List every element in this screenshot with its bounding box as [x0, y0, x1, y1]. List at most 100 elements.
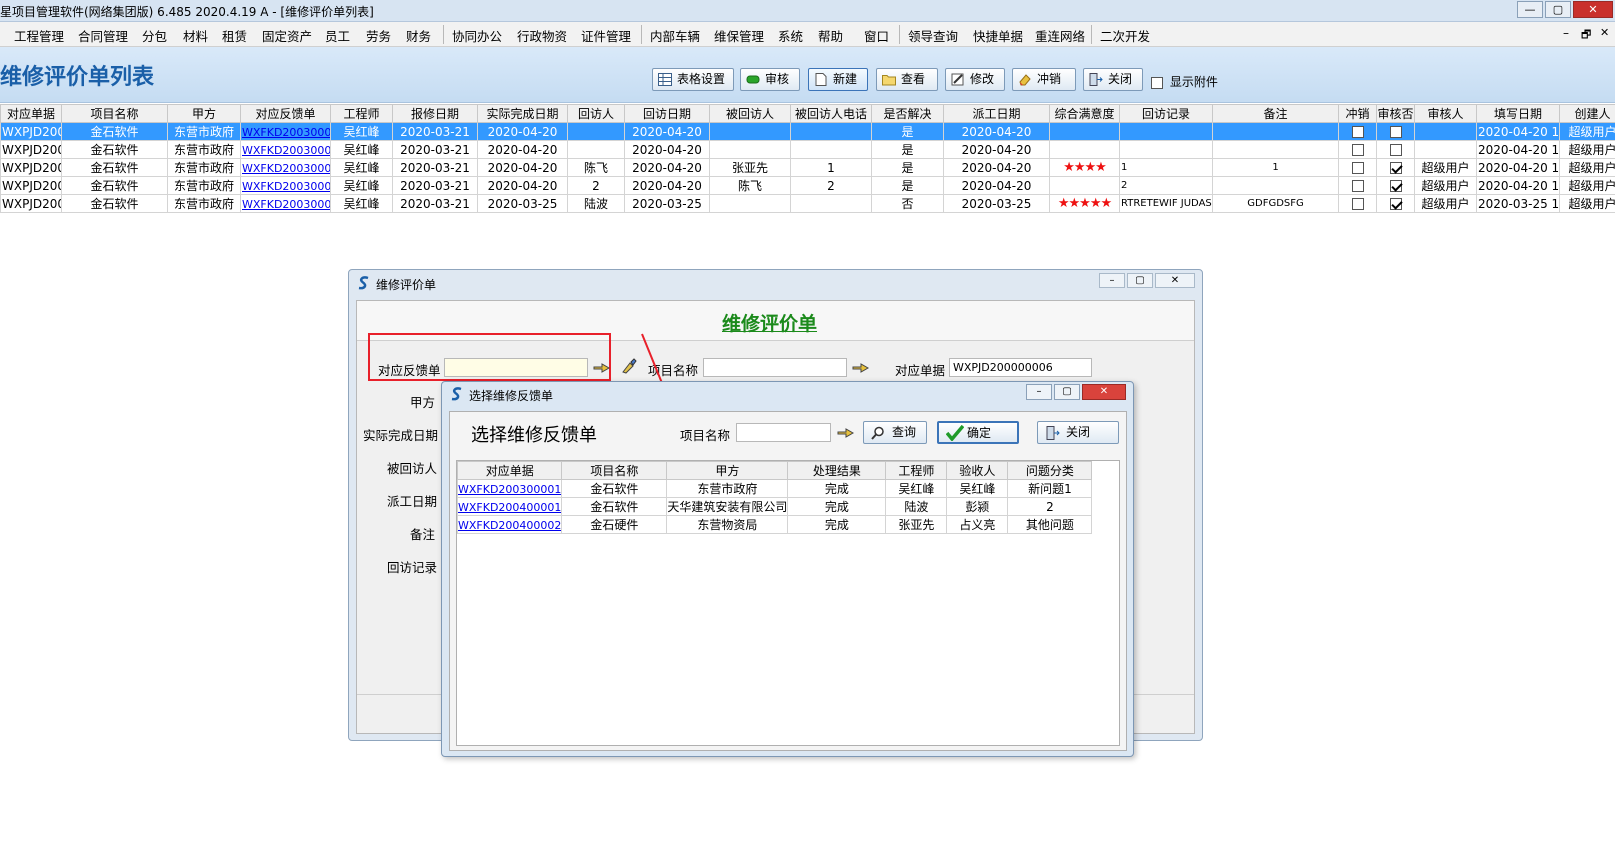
- column-header[interactable]: 审核人: [1414, 104, 1477, 123]
- menu-vehicles[interactable]: 内部车辆: [650, 26, 700, 45]
- dialog2-lookup-icon[interactable]: [837, 426, 855, 439]
- query-button[interactable]: 查询: [863, 421, 927, 444]
- menu-material[interactable]: 材料: [183, 26, 208, 45]
- feedback-row[interactable]: WXFKD200400002 金石硬件 东营物资局 完成 张亚先 占义亮 其他问题: [456, 515, 1093, 534]
- dialog-minimize-button[interactable]: –: [1099, 273, 1125, 288]
- feedback-column-header[interactable]: 问题分类: [1007, 461, 1093, 480]
- mdi-minimize-button[interactable]: –: [1563, 26, 1569, 40]
- menu-help[interactable]: 帮助: [818, 26, 843, 45]
- menu-lease[interactable]: 租赁: [222, 26, 247, 45]
- show-attachments-toggle[interactable]: 显示附件: [1151, 73, 1218, 90]
- clear-brush-icon[interactable]: [620, 357, 638, 375]
- menu-finance[interactable]: 财务: [406, 26, 431, 45]
- feedback-link[interactable]: WXFKD200300001: [242, 144, 330, 157]
- audited-checkbox[interactable]: [1389, 180, 1402, 192]
- column-header[interactable]: 对应反馈单: [240, 104, 331, 123]
- table-row[interactable]: WXPJD200000005金石软件东营市政府WXFKD200300001吴红峰…: [0, 122, 1615, 141]
- menu-subcontract[interactable]: 分包: [142, 26, 167, 45]
- offset-checkbox[interactable]: [1351, 126, 1364, 138]
- feedback-doc-link[interactable]: WXFKD200300001: [459, 483, 561, 496]
- edit-button[interactable]: 修改: [945, 68, 1005, 91]
- column-header[interactable]: 甲方: [167, 104, 241, 123]
- menu-window[interactable]: 窗口: [864, 26, 889, 45]
- column-header[interactable]: 创建人: [1559, 104, 1615, 123]
- audit-button[interactable]: 审核: [740, 68, 800, 91]
- column-header[interactable]: 回访记录: [1119, 104, 1213, 123]
- column-header[interactable]: 派工日期: [943, 104, 1050, 123]
- column-header[interactable]: 回访日期: [624, 104, 710, 123]
- feedback-column-header[interactable]: 处理结果: [787, 461, 887, 480]
- dialog2-project-input[interactable]: [736, 423, 831, 442]
- column-header[interactable]: 备注: [1212, 104, 1339, 123]
- menu-maintenance[interactable]: 维保管理: [714, 26, 764, 45]
- menu-labor[interactable]: 劳务: [366, 26, 391, 45]
- column-header[interactable]: 审核否: [1376, 104, 1415, 123]
- column-header[interactable]: 被回访人电话: [790, 104, 872, 123]
- menu-leader-query[interactable]: 领导查询: [908, 26, 958, 45]
- menu-office[interactable]: 协同办公: [452, 26, 502, 45]
- column-header[interactable]: 填写日期: [1476, 104, 1560, 123]
- dialog2-minimize-button[interactable]: –: [1026, 384, 1052, 400]
- feedback-column-header[interactable]: 工程师: [885, 461, 948, 480]
- doc-input[interactable]: WXPJD200000006: [949, 358, 1092, 377]
- dialog2-close-button[interactable]: ✕: [1082, 384, 1126, 400]
- menu-contract[interactable]: 合同管理: [78, 26, 128, 45]
- menu-certificates[interactable]: 证件管理: [581, 26, 631, 45]
- ok-button[interactable]: 确定: [937, 421, 1019, 444]
- maximize-button[interactable]: ▢: [1545, 1, 1571, 18]
- feedback-link[interactable]: WXFKD200300001: [242, 162, 330, 175]
- menu-quick-docs[interactable]: 快捷单据: [973, 26, 1023, 45]
- menu-reconnect[interactable]: 重连网络: [1035, 26, 1085, 45]
- offset-checkbox[interactable]: [1351, 144, 1364, 156]
- project-input[interactable]: [703, 358, 847, 377]
- column-header[interactable]: 综合满意度: [1049, 104, 1120, 123]
- audited-checkbox[interactable]: [1389, 126, 1402, 138]
- column-header[interactable]: 是否解决: [871, 104, 944, 123]
- audited-checkbox[interactable]: [1389, 144, 1402, 156]
- view-button[interactable]: 查看: [876, 68, 938, 91]
- audited-checkbox[interactable]: [1389, 162, 1402, 174]
- offset-checkbox[interactable]: [1351, 180, 1364, 192]
- feedback-doc-link[interactable]: WXFKD200400002: [459, 519, 561, 532]
- feedback-input[interactable]: [444, 358, 588, 377]
- mdi-close-button[interactable]: ✕: [1600, 26, 1609, 39]
- lookup-hand-icon[interactable]: [593, 361, 611, 374]
- minimize-button[interactable]: —: [1517, 1, 1543, 18]
- dialog-maximize-button[interactable]: ▢: [1127, 273, 1153, 288]
- feedback-column-header[interactable]: 验收人: [946, 461, 1009, 480]
- table-row[interactable]: WXPJD200000002金石软件东营市政府WXFKD200300001吴红峰…: [0, 176, 1615, 195]
- mdi-restore-button[interactable]: 🗗: [1581, 26, 1591, 45]
- table-row[interactable]: WXPJD200000001金石软件东营市政府WXFKD200300001吴红峰…: [0, 194, 1615, 213]
- close-list-button[interactable]: 关闭: [1083, 68, 1143, 91]
- column-header[interactable]: 冲销: [1338, 104, 1377, 123]
- dialog2-maximize-button[interactable]: ▢: [1054, 384, 1080, 400]
- new-button[interactable]: 新建: [808, 68, 868, 91]
- offset-checkbox[interactable]: [1351, 198, 1364, 210]
- menu-secondary-dev[interactable]: 二次开发: [1100, 26, 1150, 45]
- column-header[interactable]: 回访人: [567, 104, 625, 123]
- audited-checkbox[interactable]: [1389, 198, 1402, 210]
- feedback-doc-link[interactable]: WXFKD200400001: [459, 501, 561, 514]
- close-window-button[interactable]: ✕: [1573, 1, 1613, 18]
- column-header[interactable]: 对应单据: [0, 104, 62, 123]
- menu-staff[interactable]: 员工: [325, 26, 350, 45]
- table-row[interactable]: WXPJD200000004金石软件东营市政府WXFKD200300001吴红峰…: [0, 140, 1615, 159]
- menu-fixed-assets[interactable]: 固定资产: [262, 26, 312, 45]
- offset-button[interactable]: 冲销: [1012, 68, 1076, 91]
- table-settings-button[interactable]: 表格设置: [652, 68, 734, 91]
- feedback-row[interactable]: WXFKD200300001 金石软件 东营市政府 完成 吴红峰 吴红峰 新问题1: [456, 479, 1093, 498]
- table-row[interactable]: WXPJD200000003金石软件东营市政府WXFKD200300001吴红峰…: [0, 158, 1615, 177]
- feedback-column-header[interactable]: 对应单据: [456, 461, 563, 480]
- feedback-row[interactable]: WXFKD200400001 金石软件 天华建筑安装有限公司 完成 陆波 彭颍 2: [456, 497, 1093, 516]
- feedback-link[interactable]: WXFKD200300001: [242, 198, 330, 211]
- project-lookup-icon[interactable]: [852, 361, 870, 374]
- menu-engineering[interactable]: 工程管理: [14, 26, 64, 45]
- menu-admin-supplies[interactable]: 行政物资: [517, 26, 567, 45]
- dialog2-close-action-button[interactable]: 关闭: [1037, 421, 1119, 444]
- column-header[interactable]: 项目名称: [61, 104, 168, 123]
- show-attachments-checkbox[interactable]: [1151, 76, 1163, 89]
- dialog-close-button[interactable]: ✕: [1155, 273, 1195, 288]
- feedback-link[interactable]: WXFKD200300001: [242, 126, 330, 139]
- offset-checkbox[interactable]: [1351, 162, 1364, 174]
- column-header[interactable]: 工程师: [330, 104, 393, 123]
